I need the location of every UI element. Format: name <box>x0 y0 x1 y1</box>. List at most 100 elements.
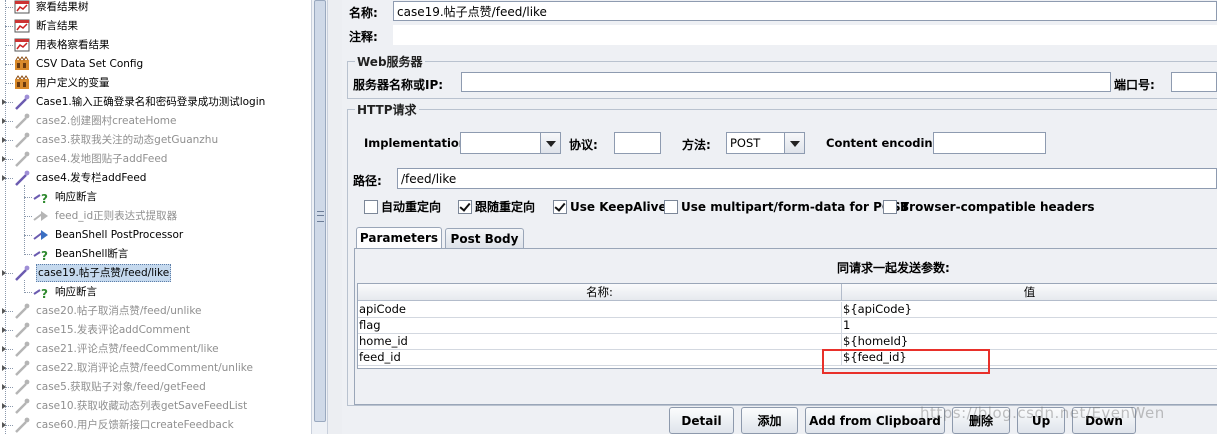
chevron-down-icon[interactable] <box>784 133 804 153</box>
protocol-input[interactable] <box>614 132 661 154</box>
response-assertion-icon: ? <box>33 284 49 301</box>
expand-toggle-icon[interactable] <box>2 403 6 409</box>
param-name-cell[interactable]: apiCode <box>358 302 842 318</box>
method-select[interactable]: POST <box>726 132 805 154</box>
split-pane-divider[interactable] <box>327 0 343 434</box>
user-variables-icon <box>14 75 30 91</box>
checkbox-unchecked-icon[interactable] <box>364 200 378 214</box>
tree-node-label: BeanShell PostProcessor <box>55 229 184 241</box>
web-server-title: Web服务器 <box>355 53 425 70</box>
column-header-value[interactable]: 值 <box>842 284 1217 301</box>
table-row[interactable]: apiCode ${apiCode} <box>358 302 1217 318</box>
test-plan-tree[interactable]: 察看结果树 断言结果用表格察看结果 CSV Data Set Config 用户定义的… <box>0 0 311 434</box>
expand-toggle-icon[interactable] <box>2 118 6 124</box>
param-name-cell[interactable]: feed_id <box>358 350 842 366</box>
tree-scrollbar[interactable] <box>311 0 327 434</box>
svg-text:?: ? <box>41 249 48 262</box>
tree-node[interactable]: case20.帖子取消点赞/feed/unlike <box>0 302 311 320</box>
checkbox-checked-icon[interactable] <box>553 200 567 214</box>
expand-toggle-icon[interactable] <box>2 346 6 352</box>
tree-node[interactable]: case4.发地图贴子addFeed <box>0 150 311 168</box>
tree-node[interactable]: ? 响应断言 <box>0 188 311 206</box>
tree-node[interactable]: 用表格察看结果 <box>0 36 311 54</box>
param-value-cell[interactable]: ${apiCode} <box>842 302 1217 318</box>
table-row[interactable]: flag 1 <box>358 318 1217 334</box>
http-sampler-icon <box>14 398 30 414</box>
expand-toggle-icon[interactable] <box>2 270 6 276</box>
http-sampler-icon <box>14 360 30 376</box>
tree-node[interactable]: BeanShell PostProcessor <box>0 226 311 244</box>
param-name-cell[interactable]: home_id <box>358 334 842 350</box>
table-row[interactable]: feed_id ${feed_id} <box>358 350 1217 366</box>
expand-toggle-icon[interactable] <box>2 308 6 314</box>
tree-node[interactable]: 用户定义的变量 <box>0 74 311 92</box>
tree-node[interactable]: case21.评论点赞/feedComment/like <box>0 340 311 358</box>
chevron-down-icon[interactable] <box>540 133 560 153</box>
http-sampler-icon <box>14 151 30 167</box>
tree-node[interactable]: 断言结果 <box>0 17 311 35</box>
expand-toggle-icon[interactable] <box>2 175 6 181</box>
tree-connector <box>5 64 13 66</box>
expand-toggle-icon[interactable] <box>2 422 6 428</box>
http-request-title: HTTP请求 <box>355 101 419 118</box>
tree-node-label: 用户定义的变量 <box>36 77 110 89</box>
param-name-cell[interactable]: flag <box>358 318 842 334</box>
tree-connector <box>5 178 13 180</box>
checkbox-checked-icon[interactable] <box>458 200 472 214</box>
comment-input[interactable] <box>393 25 1217 45</box>
server-name-label: 服务器名称或IP: <box>353 78 444 92</box>
tree-node[interactable]: case22.取消评论点赞/feedComment/unlike <box>0 359 311 377</box>
expand-toggle-icon[interactable] <box>2 384 6 390</box>
tree-node[interactable]: case5.获取贴子对象/feed/getFeed <box>0 378 311 396</box>
expand-toggle-icon[interactable] <box>2 99 6 105</box>
option-label: 自动重定向 <box>381 200 442 214</box>
tree-node[interactable]: CSV Data Set Config <box>0 55 311 73</box>
implementation-select[interactable] <box>460 132 561 154</box>
tree-node[interactable]: case3.获取我关注的动态getGuanzhu <box>0 131 311 149</box>
tree-connector <box>5 368 13 370</box>
expand-toggle-icon[interactable] <box>2 137 6 143</box>
port-input[interactable] <box>1171 72 1217 92</box>
view-results-table-icon <box>14 37 30 53</box>
expand-toggle-icon[interactable] <box>2 365 6 371</box>
checkbox-unchecked-icon[interactable] <box>664 200 678 214</box>
csv-config-icon <box>14 56 30 72</box>
table-row[interactable]: home_id ${homeId} <box>358 334 1217 350</box>
tree-node[interactable]: Case1.输入正确登录名和密码登录成功测试login <box>0 93 311 111</box>
tree-node[interactable]: case19.帖子点赞/feed/like <box>0 264 311 282</box>
tree-node[interactable]: case10.获取收藏动态列表getSaveFeedList <box>0 397 311 415</box>
checkbox-unchecked-icon[interactable] <box>883 200 897 214</box>
parameters-table[interactable]: 名称: 值 apiCode ${apiCode} flag 1 home_id ${hom… <box>357 283 1217 369</box>
name-input[interactable]: case19.帖子点赞/feed/like <box>393 1 1217 21</box>
content-encoding-input[interactable] <box>933 132 1046 154</box>
tree-node[interactable]: ? 响应断言 <box>0 283 311 301</box>
add-button[interactable]: 添加 <box>741 407 798 434</box>
tree-node[interactable]: case15.发表评论addComment <box>0 321 311 339</box>
tree-node-label: case2.创建圈村createHome <box>36 115 177 127</box>
tree-connector <box>5 140 13 142</box>
tree-connector <box>5 330 13 332</box>
tree-node[interactable]: case4.发专栏addFeed <box>0 169 311 187</box>
expand-toggle-icon[interactable] <box>2 156 6 162</box>
scroll-grip-icon <box>317 211 324 222</box>
tree-node-label: 用表格察看结果 <box>36 39 110 51</box>
tree-node[interactable]: feed_id正则表达式提取器 <box>0 207 311 225</box>
tree-connector <box>5 102 13 104</box>
path-input[interactable]: /feed/like <box>397 168 1217 189</box>
tree-node[interactable]: 察看结果树 <box>0 0 311 16</box>
server-name-input[interactable] <box>461 72 1111 92</box>
param-value-cell[interactable]: 1 <box>842 318 1217 334</box>
detail-button[interactable]: Detail <box>669 407 734 434</box>
column-header-name[interactable]: 名称: <box>358 284 842 301</box>
tab-post-body[interactable]: Post Body <box>445 228 524 249</box>
tree-node[interactable]: case60.用户反馈新接口createFeedback <box>0 416 311 434</box>
tree-scrollbar-thumb[interactable] <box>314 0 326 422</box>
expand-toggle-icon[interactable] <box>2 327 6 333</box>
param-value-cell[interactable]: ${homeId} <box>842 334 1217 350</box>
tree-node[interactable]: case2.创建圈村createHome <box>0 112 311 130</box>
tree-node[interactable]: ? BeanShell断言 <box>0 245 311 263</box>
tree-connector <box>5 45 13 47</box>
comment-label: 注释: <box>349 30 378 44</box>
tab-parameters[interactable]: Parameters <box>356 227 442 249</box>
watermark: https://blog.csdn.net/EvenWen <box>920 404 1165 422</box>
